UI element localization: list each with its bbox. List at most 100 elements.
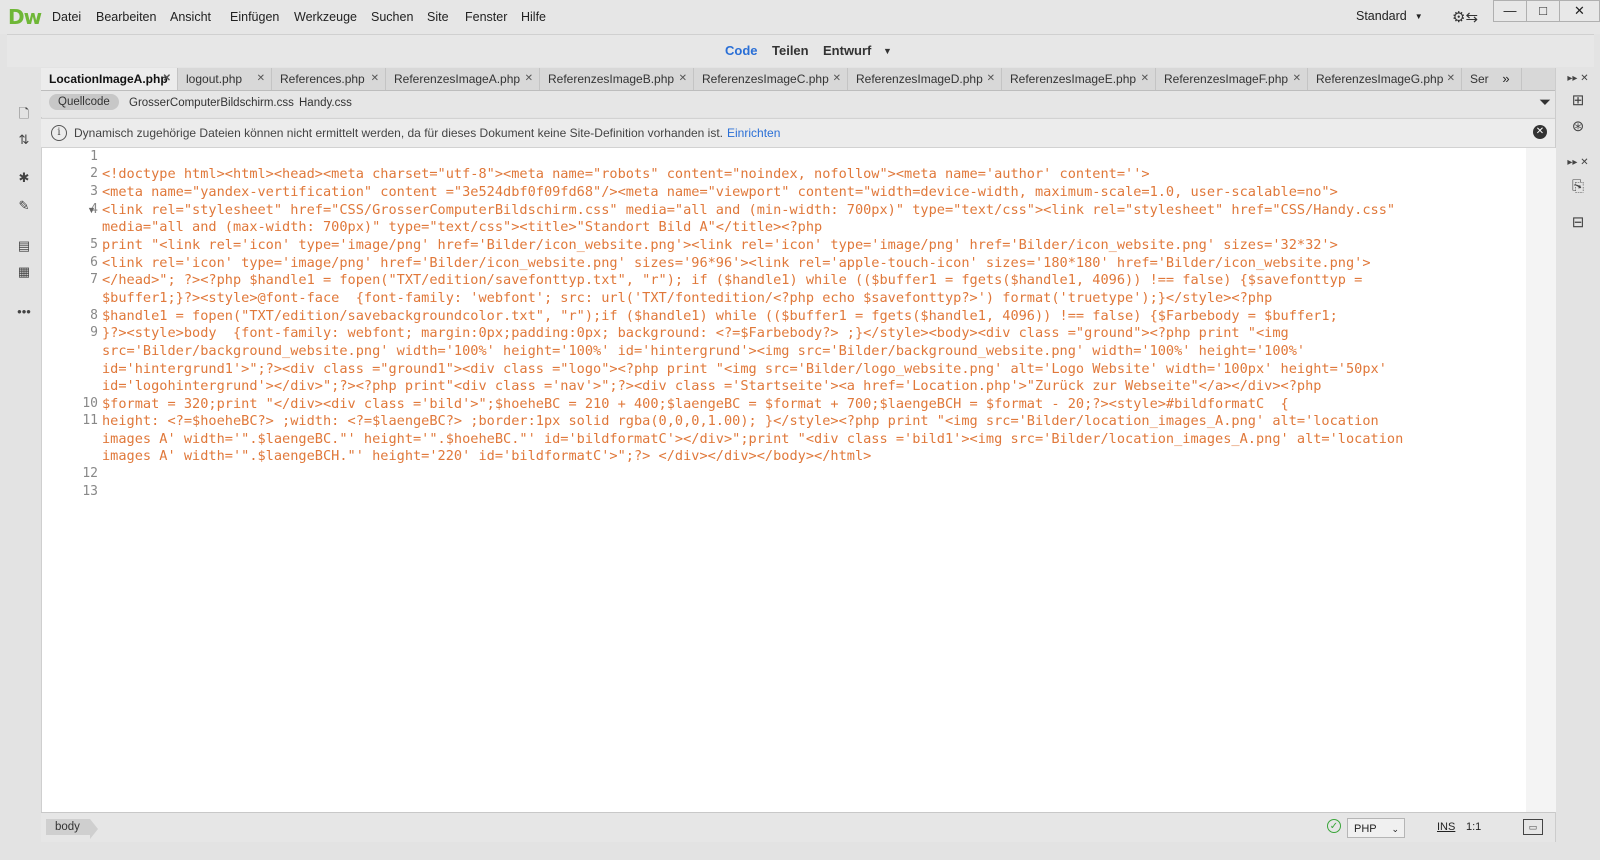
- creative-cloud-icon[interactable]: ⊛: [1566, 116, 1590, 138]
- tab-referenzesimageb[interactable]: ReferenzesImageB.php ✕: [540, 68, 694, 90]
- app-logo: Dw: [8, 5, 42, 29]
- code-line: </head>"; ?><?php $handle1 = fopen("TXT/…: [102, 272, 1363, 288]
- format-icon[interactable]: ✎: [13, 196, 35, 216]
- code-line: <link rel="stylesheet" href="CSS/Grosser…: [102, 202, 1396, 218]
- info-icon: i: [51, 125, 67, 141]
- gear-icon[interactable]: ⚙⇆: [1452, 8, 1478, 26]
- menu-hilfe[interactable]: Hilfe: [521, 10, 546, 24]
- tab-referenzesimagef[interactable]: ReferenzesImageF.php ✕: [1156, 68, 1308, 90]
- close-icon[interactable]: ✕: [1559, 0, 1600, 22]
- collapse-panel-icon[interactable]: ▸▸ ✕: [1566, 68, 1590, 90]
- code-line: <meta name="yandex-vertification" conten…: [102, 184, 1338, 200]
- live-preview-icon[interactable]: ▭: [1523, 819, 1543, 835]
- chevron-down-icon[interactable]: ▼: [883, 46, 892, 56]
- snippets-icon[interactable]: ⊟: [1566, 212, 1590, 234]
- menu-ansicht[interactable]: Ansicht: [170, 10, 211, 24]
- close-icon[interactable]: ✕: [257, 68, 265, 90]
- menu-werkzeuge[interactable]: Werkzeuge: [294, 10, 357, 24]
- more-tabs-icon[interactable]: »: [1494, 68, 1518, 90]
- code-line: $format = 320;print "</div><div class ='…: [102, 396, 1289, 412]
- tab-referenzesimagee[interactable]: ReferenzesImageE.php ✕: [1002, 68, 1156, 90]
- checkmark-icon[interactable]: ✓: [1327, 819, 1341, 833]
- insert-mode[interactable]: INS: [1437, 821, 1455, 833]
- close-icon[interactable]: ✕: [1447, 68, 1455, 90]
- close-icon[interactable]: ✕: [679, 68, 687, 90]
- tab-referenzesimageg[interactable]: ReferenzesImageG.php ✕: [1308, 68, 1462, 90]
- collapse-icon[interactable]: ✱: [13, 168, 35, 188]
- code-line: <!doctype html><html><head><meta charset…: [102, 166, 1150, 182]
- line-number: 1: [90, 149, 98, 164]
- workspace-switcher[interactable]: Standard ▼: [1356, 9, 1423, 23]
- code-line: <link rel='icon' type='image/png' href='…: [102, 255, 1371, 271]
- close-icon[interactable]: ✕: [1533, 125, 1547, 139]
- code-editor[interactable]: 1 2 3 4 ▼ 5 6 7 8 9 10 11 12 13 <!doctyp…: [41, 148, 1556, 812]
- line-number: 10: [82, 396, 98, 411]
- line-number-gutter: 1 2 3 4 ▼ 5 6 7 8 9 10 11 12 13: [42, 148, 98, 812]
- file-icon[interactable]: 🗋: [13, 104, 35, 124]
- view-split-button[interactable]: Teilen: [772, 43, 809, 58]
- close-icon[interactable]: ✕: [1293, 68, 1301, 90]
- sitemap-icon[interactable]: ⊞: [1566, 90, 1590, 112]
- tab-referenzesimaged[interactable]: ReferenzesImageD.php ✕: [848, 68, 1002, 90]
- info-message: Dynamisch zugehörige Dateien können nich…: [74, 126, 724, 140]
- insert-icon[interactable]: ⎘: [1566, 176, 1590, 198]
- close-icon[interactable]: ✕: [163, 68, 171, 90]
- view-code-button[interactable]: Code: [725, 43, 758, 58]
- code-line: media="all and (max-width: 700px)" type=…: [102, 219, 823, 235]
- tab-references[interactable]: References.php ✕: [272, 68, 386, 90]
- tab-referenzesimagec[interactable]: ReferenzesImageC.php ✕: [694, 68, 848, 90]
- line-number: 12: [82, 466, 98, 481]
- language-select[interactable]: PHP ⌄: [1347, 818, 1405, 838]
- line-number: 8: [90, 308, 98, 323]
- fold-icon[interactable]: ▼: [87, 205, 96, 215]
- close-icon[interactable]: ✕: [525, 68, 533, 90]
- status-bar: body ✓ PHP ⌄ INS 1:1 ▭: [41, 812, 1555, 843]
- tab-logout[interactable]: logout.php ✕: [178, 68, 272, 90]
- related-file-source[interactable]: Quellcode: [49, 94, 119, 110]
- uncomment-icon[interactable]: ▦: [13, 262, 35, 282]
- chevron-down-icon: ⌄: [1391, 824, 1399, 834]
- code-line: print "<link rel='icon' type='image/png'…: [102, 237, 1338, 253]
- menu-fenster[interactable]: Fenster: [465, 10, 507, 24]
- comment-icon[interactable]: ▤: [13, 236, 35, 256]
- cursor-position: 1:1: [1466, 821, 1482, 833]
- filter-icon[interactable]: ⏷: [1539, 94, 1551, 111]
- close-icon[interactable]: ✕: [371, 68, 379, 90]
- close-icon[interactable]: ✕: [1141, 68, 1149, 90]
- view-design-button[interactable]: Entwurf: [823, 43, 871, 58]
- close-icon[interactable]: ✕: [833, 68, 841, 90]
- language-value: PHP: [1354, 823, 1377, 835]
- line-number: 3: [90, 184, 98, 199]
- menu-site[interactable]: Site: [427, 10, 449, 24]
- line-number: 11: [82, 413, 98, 428]
- tab-referenzesimagea[interactable]: ReferenzesImageA.php ✕: [386, 68, 540, 90]
- right-panel: ▸▸ ✕ ⊞ ⊛ ▸▸ ✕ ⎘ ⊟: [1555, 68, 1600, 858]
- maximize-icon[interactable]: □: [1526, 0, 1560, 22]
- code-line: height: <?=$hoeheBC?> ;width: <?=$laenge…: [102, 413, 1379, 429]
- editor-scrollbar[interactable]: [1526, 148, 1556, 812]
- workspace-label: Standard: [1356, 9, 1407, 23]
- sort-icon[interactable]: ⇅: [13, 130, 35, 150]
- minimize-icon[interactable]: —: [1493, 0, 1527, 22]
- line-number: 5: [90, 237, 98, 252]
- line-number: 9: [90, 325, 98, 340]
- menu-bearbeiten[interactable]: Bearbeiten: [96, 10, 156, 24]
- menu-datei[interactable]: Datei: [52, 10, 81, 24]
- window-bottom-edge: [0, 842, 1600, 860]
- setup-link[interactable]: Einrichten: [727, 126, 780, 140]
- more-icon[interactable]: •••: [13, 302, 35, 322]
- tag-selector[interactable]: body: [46, 819, 98, 839]
- code-line: $handle1 = fopen("TXT/edition/savebackgr…: [102, 308, 1338, 324]
- line-number: 13: [82, 484, 98, 499]
- view-switcher: Code Teilen Entwurf ▼: [7, 34, 1594, 67]
- collapse-panel-icon[interactable]: ▸▸ ✕: [1566, 152, 1590, 174]
- code-line: }?><style>body {font-family: webfont; ma…: [102, 325, 1289, 341]
- menu-suchen[interactable]: Suchen: [371, 10, 413, 24]
- tab-locationimagea[interactable]: LocationImageA.php ✕: [41, 68, 178, 90]
- code-line: images A' width='".$laengeBCH."' height=…: [102, 448, 872, 464]
- close-icon[interactable]: ✕: [987, 68, 995, 90]
- code-line: images A' width='".$laengeBC."' height='…: [102, 431, 1404, 447]
- related-file-css-large[interactable]: GrosserComputerBildschirm.css: [129, 97, 294, 109]
- related-file-css-mobile[interactable]: Handy.css: [299, 97, 352, 109]
- menu-einfuegen[interactable]: Einfügen: [230, 10, 279, 24]
